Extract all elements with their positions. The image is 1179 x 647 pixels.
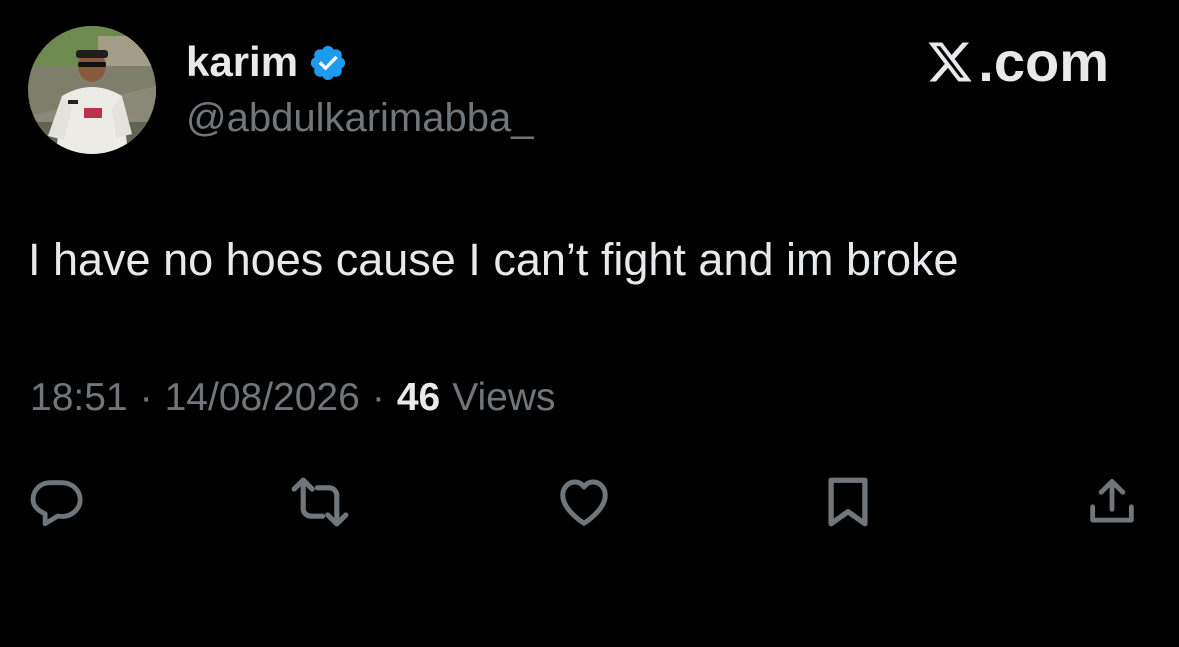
reply-button[interactable] [24,470,88,534]
tweet-meta: 18:51 · 14/08/2026 · 46 Views [30,376,556,420]
avatar[interactable] [28,26,156,154]
bookmark-button[interactable] [816,470,880,534]
meta-separator: · [139,376,153,419]
tweet-time[interactable]: 18:51 [30,376,128,420]
verified-badge-icon [310,45,346,81]
brand-text: .com [978,30,1109,93]
retweet-icon [291,477,349,527]
share-button[interactable] [1080,470,1144,534]
tweet-text: I have no hoes cause I can’t fight and i… [28,234,959,285]
author-handle[interactable]: @abdulkarimabba_ [186,96,533,141]
share-icon [1090,479,1134,523]
like-button[interactable] [552,470,616,534]
x-logo-icon [928,42,972,82]
retweet-button[interactable] [288,470,352,534]
author-name-row[interactable]: karim [186,36,348,88]
avatar-image [28,26,156,154]
brand-watermark: .com [926,32,1109,92]
display-name[interactable]: karim [186,38,298,86]
meta-separator: · [371,376,385,419]
reply-icon [30,480,83,527]
views-count[interactable]: 46 [397,376,440,420]
bookmark-icon [828,477,868,527]
tweet-date[interactable]: 14/08/2026 [165,376,360,420]
views-label[interactable]: Views [452,376,555,420]
like-icon [560,479,608,526]
